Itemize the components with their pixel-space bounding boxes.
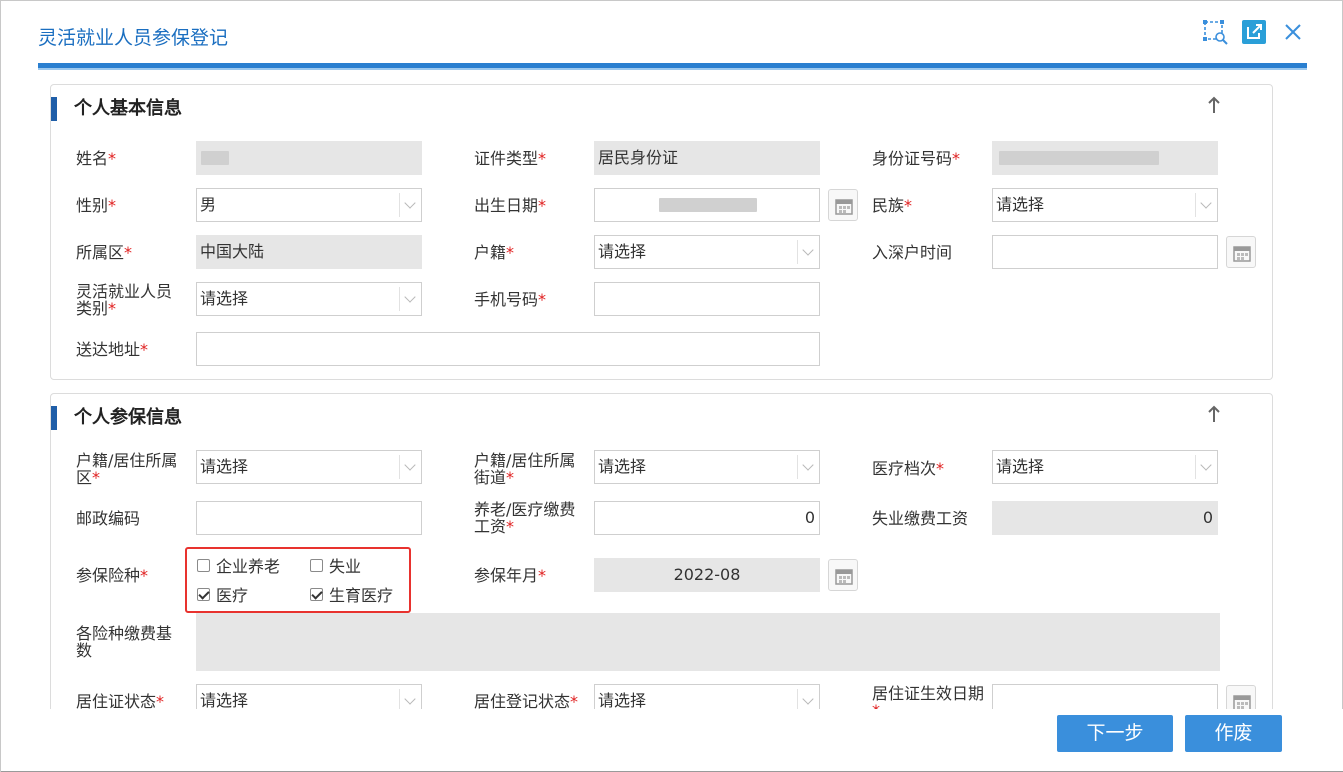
permit-status-label: 居住证状态* <box>76 692 165 710</box>
ethnicity-value: 请选择 <box>996 195 1045 214</box>
start-month-label: 参保年月* <box>474 566 547 585</box>
mobile-label: 手机号码* <box>474 290 547 309</box>
chevron-down-icon <box>797 455 819 479</box>
chevron-down-icon <box>399 287 421 311</box>
ethnicity-label: 民族* <box>872 196 913 215</box>
registration-status-label: 居住登记状态* <box>474 692 579 710</box>
registration-status-select[interactable]: 请选择 <box>594 684 820 709</box>
residence-street-select[interactable]: 请选择 <box>594 450 820 484</box>
open-external-icon[interactable] <box>1241 19 1267 45</box>
calendar-icon[interactable] <box>1226 685 1256 709</box>
medical-level-label: 医疗档次* <box>872 459 945 478</box>
gender-select[interactable]: 男 <box>196 188 422 222</box>
permit-status-value: 请选择 <box>200 691 249 709</box>
household-value: 请选择 <box>598 242 647 261</box>
medical-level-value: 请选择 <box>996 457 1045 476</box>
checkbox-box[interactable] <box>310 558 323 572</box>
id-type-label: 证件类型* <box>474 149 547 168</box>
permit-effective-label: 居住证生效日期* <box>872 684 985 709</box>
section-marker <box>51 406 57 430</box>
name-field <box>196 141 422 175</box>
ethnicity-select[interactable]: 请选择 <box>992 188 1218 222</box>
checkbox-box[interactable] <box>310 587 323 601</box>
checkbox-medical[interactable]: 医疗 <box>197 582 248 606</box>
start-month-field: 2022-08 <box>594 558 820 592</box>
checkbox-label: 医疗 <box>216 586 249 605</box>
postcode-input[interactable] <box>196 501 422 535</box>
checkbox-label: 生育医疗 <box>329 586 394 605</box>
section-title: 个人参保信息 <box>74 407 182 428</box>
base-label: 各险种缴费基数 <box>76 624 173 660</box>
residence-district-label: 户籍/居住所属区* <box>76 451 178 487</box>
pension-wage-input[interactable]: 0 <box>594 501 820 535</box>
category-label: 灵活就业人员类别* <box>76 282 173 318</box>
registration-status-value: 请选择 <box>598 691 647 709</box>
checkbox-box[interactable] <box>197 558 210 572</box>
name-label: 姓名* <box>76 149 117 168</box>
calendar-icon[interactable] <box>828 189 858 221</box>
medical-level-select[interactable]: 请选择 <box>992 450 1218 484</box>
base-area <box>196 613 1220 671</box>
id-type-field: 居民身份证 <box>594 141 820 175</box>
permit-effective-input[interactable] <box>992 684 1218 709</box>
void-button[interactable]: 作废 <box>1185 715 1282 752</box>
calendar-icon[interactable] <box>1226 236 1256 268</box>
birth-date-input[interactable] <box>594 188 820 222</box>
checkbox-maternity-medical[interactable]: 生育医疗 <box>310 582 393 606</box>
chevron-down-icon <box>399 689 421 709</box>
household-select[interactable]: 请选择 <box>594 235 820 269</box>
dialog-title: 灵活就业人员参保登记 <box>38 27 229 49</box>
category-select[interactable]: 请选择 <box>196 282 422 316</box>
chevron-down-icon <box>1195 455 1217 479</box>
calendar-icon[interactable] <box>828 559 858 591</box>
gender-label: 性别* <box>76 196 117 215</box>
settle-time-input[interactable] <box>992 235 1218 269</box>
chevron-down-icon <box>399 455 421 479</box>
residence-district-select[interactable]: 请选择 <box>196 450 422 484</box>
birth-date-label: 出生日期* <box>474 196 547 215</box>
dialog-footer: 下一步 作废 <box>1 709 1343 772</box>
checkbox-box[interactable] <box>197 587 210 601</box>
section-marker <box>51 97 57 121</box>
form-scroll-area[interactable]: 个人基本信息 个人参保信息 姓名* 证件类型* 居民身份证 身份证号码* 性别*… <box>1 71 1343 709</box>
close-icon[interactable] <box>1280 19 1306 45</box>
collapse-arrow-icon[interactable] <box>1206 95 1222 115</box>
chevron-down-icon <box>797 689 819 709</box>
unemployment-wage-field: 0 <box>992 501 1218 535</box>
id-number-field <box>992 141 1218 175</box>
residence-street-value: 请选择 <box>598 457 647 476</box>
permit-status-select[interactable]: 请选择 <box>196 684 422 709</box>
title-bar: 灵活就业人员参保登记 <box>1 1 1343 70</box>
category-value: 请选择 <box>200 289 249 308</box>
title-divider-light <box>38 68 1307 70</box>
chevron-down-icon <box>399 193 421 217</box>
gender-value: 男 <box>200 195 217 214</box>
registration-dialog: 灵活就业人员参保登记 个人基本信息 个人参保信息 姓名* 证件类型* 居民身份证… <box>0 0 1343 772</box>
chevron-down-icon <box>797 240 819 264</box>
address-input[interactable] <box>196 332 820 366</box>
residence-district-value: 请选择 <box>200 457 249 476</box>
address-label: 送达地址* <box>76 340 149 359</box>
section-title: 个人基本信息 <box>74 98 182 119</box>
chevron-down-icon <box>1195 193 1217 217</box>
district-label: 所属区* <box>76 243 133 262</box>
collapse-arrow-icon[interactable] <box>1206 404 1222 424</box>
checkbox-enterprise-pension[interactable]: 企业养老 <box>197 553 280 577</box>
checkbox-label: 失业 <box>329 557 362 576</box>
unemployment-wage-label: 失业缴费工资 <box>872 509 969 528</box>
checkbox-unemployment[interactable]: 失业 <box>310 553 361 577</box>
settle-time-label: 入深户时间 <box>872 243 953 262</box>
id-number-label: 身份证号码* <box>872 149 961 168</box>
residence-street-label: 户籍/居住所属街道* <box>474 451 576 487</box>
next-step-button[interactable]: 下一步 <box>1057 715 1173 752</box>
mobile-input[interactable] <box>594 282 820 316</box>
household-label: 户籍* <box>474 243 515 262</box>
insurance-types-label: 参保险种* <box>76 566 149 585</box>
pension-wage-label: 养老/医疗缴费工资* <box>474 500 576 536</box>
postcode-label: 邮政编码 <box>76 509 141 528</box>
district-field: 中国大陆 <box>196 235 422 269</box>
screenshot-select-icon[interactable] <box>1202 19 1228 45</box>
checkbox-label: 企业养老 <box>216 557 281 576</box>
